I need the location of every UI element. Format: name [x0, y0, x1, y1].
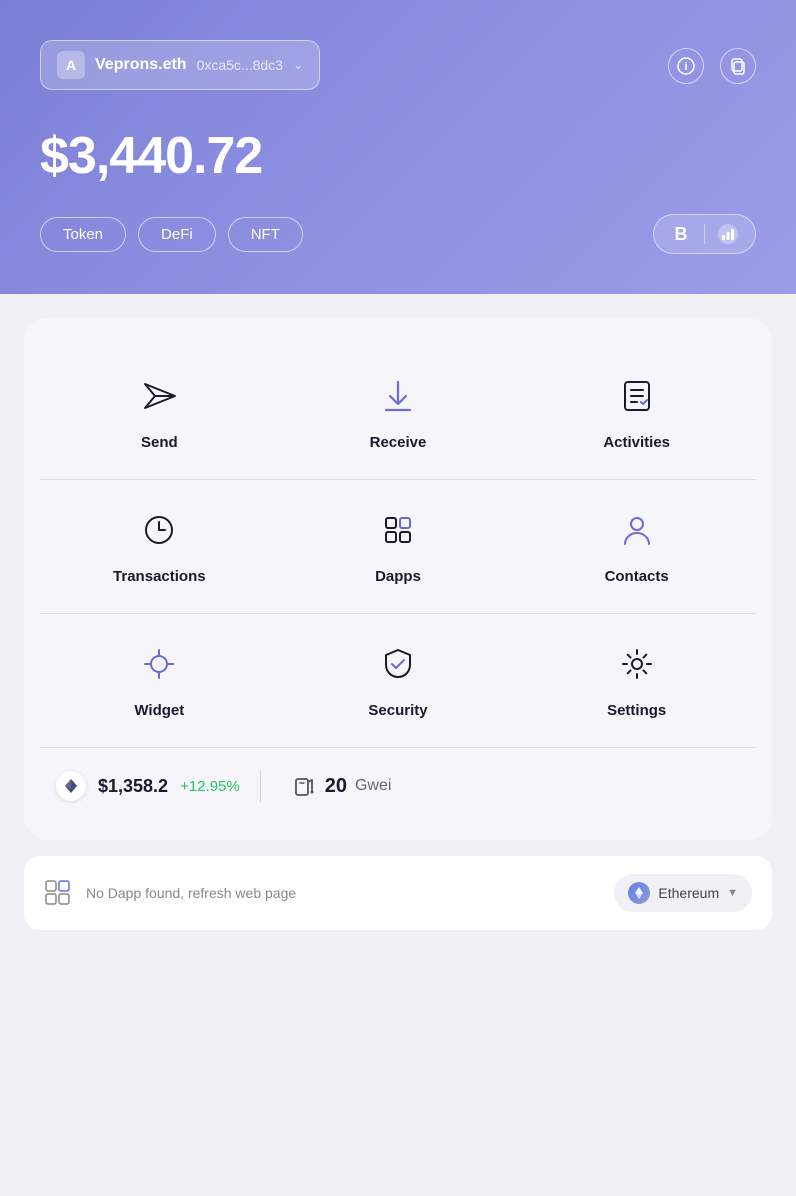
price-divider: [40, 747, 756, 748]
header: A Veprons.eth 0xca5c...8dc3 ⌄ i $3,440.7…: [0, 0, 796, 294]
dapps-label: Dapps: [375, 568, 421, 585]
wallet-name: Veprons.eth: [95, 56, 187, 74]
widget-button[interactable]: Widget: [40, 618, 279, 739]
wallet-avatar: A: [57, 51, 85, 79]
widget-label: Widget: [134, 702, 184, 719]
send-label: Send: [141, 434, 178, 451]
price-bar: $1,358.2 +12.95% 20 Gwei: [40, 752, 756, 820]
action-grid-row-1: Send Receive A: [40, 350, 756, 471]
settings-button[interactable]: Settings: [517, 618, 756, 739]
contacts-label: Contacts: [605, 568, 669, 585]
dapp-icon-group: [44, 879, 72, 907]
info-button[interactable]: i: [668, 48, 704, 84]
ethereum-network-icon: [628, 882, 650, 904]
balance-display: $3,440.72: [40, 126, 756, 186]
send-button[interactable]: Send: [40, 350, 279, 471]
settings-label: Settings: [607, 702, 666, 719]
security-button[interactable]: Security: [279, 618, 518, 739]
grid-divider-1: [40, 479, 756, 480]
dapps-button[interactable]: Dapps: [279, 484, 518, 605]
transactions-icon: [133, 504, 185, 556]
grid-divider-2: [40, 613, 756, 614]
asset-tabs: Token DeFi NFT B: [40, 214, 756, 254]
activities-button[interactable]: Activities: [517, 350, 756, 471]
gas-icon: [293, 774, 317, 798]
security-label: Security: [368, 702, 427, 719]
dapp-message: No Dapp found, refresh web page: [86, 885, 600, 901]
eth-price-change: +12.95%: [180, 778, 240, 795]
widget-icon: [133, 638, 185, 690]
tab-nft[interactable]: NFT: [228, 217, 303, 252]
activities-label: Activities: [603, 434, 670, 451]
contacts-button[interactable]: Contacts: [517, 484, 756, 605]
price-gas-divider: [260, 770, 261, 802]
gas-value: 20: [325, 775, 347, 798]
tab-token[interactable]: Token: [40, 217, 126, 252]
security-icon: [372, 638, 424, 690]
network-selector-button[interactable]: Ethereum ▼: [614, 874, 752, 912]
address-bar[interactable]: A Veprons.eth 0xca5c...8dc3 ⌄: [40, 40, 320, 90]
svg-text:i: i: [684, 61, 687, 73]
eth-price: $1,358.2: [98, 776, 168, 797]
receive-button[interactable]: Receive: [279, 350, 518, 471]
tab-defi[interactable]: DeFi: [138, 217, 216, 252]
dapp-bar: No Dapp found, refresh web page Ethereum…: [24, 856, 772, 930]
copy-button[interactable]: [720, 48, 756, 84]
contacts-icon: [611, 504, 663, 556]
chart-chain-icon: [713, 219, 743, 249]
settings-icon: [611, 638, 663, 690]
network-chevron-icon: ▼: [727, 887, 738, 899]
receive-label: Receive: [370, 434, 427, 451]
chain-divider: [704, 224, 705, 244]
receive-icon: [372, 370, 424, 422]
wallet-address: 0xca5c...8dc3: [197, 57, 283, 73]
activities-icon: [611, 370, 663, 422]
action-grid-row-2: Transactions Dapps Contacts: [40, 484, 756, 605]
gas-section: 20 Gwei: [293, 774, 392, 798]
dapps-small-icon: [44, 879, 72, 907]
chevron-down-icon: ⌄: [293, 58, 303, 72]
gas-unit: Gwei: [355, 777, 391, 795]
transactions-button[interactable]: Transactions: [40, 484, 279, 605]
send-icon-actual: [133, 370, 185, 422]
chain-selector[interactable]: B: [653, 214, 756, 254]
main-card: Send Receive A: [24, 318, 772, 840]
transactions-label: Transactions: [113, 568, 206, 585]
b-chain-icon: B: [666, 219, 696, 249]
header-actions: i: [668, 48, 756, 84]
eth-logo-icon: [56, 771, 86, 801]
action-grid-row-3: Widget Security Settings: [40, 618, 756, 739]
network-label: Ethereum: [658, 885, 719, 901]
dapps-icon: [372, 504, 424, 556]
